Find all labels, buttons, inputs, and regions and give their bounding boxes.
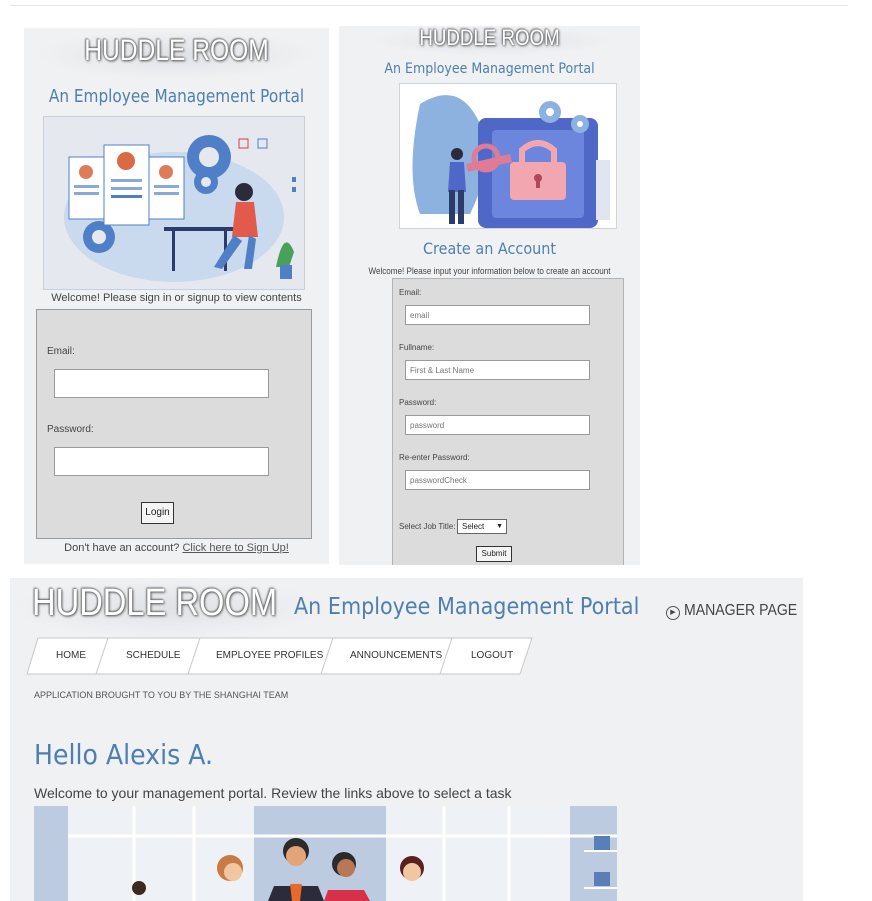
signup-prompt-text: Don't have an account? <box>64 542 180 554</box>
greeting-heading: Hello Alexis A. <box>34 738 214 771</box>
brand-title: HUDDLE ROOM <box>84 34 269 67</box>
signup-password-input[interactable] <box>405 415 590 435</box>
welcome-text: Welcome! Please sign in or signup to vie… <box>51 292 302 304</box>
subtitle: An Employee Management Portal <box>48 86 305 107</box>
manager-page-label: ▶ MANAGER PAGE <box>666 602 803 620</box>
welcome-text: Welcome to your management portal. Revie… <box>34 785 512 801</box>
play-circle-icon: ▶ <box>666 606 680 620</box>
nav-employee-profiles[interactable]: EMPLOYEE PROFILES <box>216 650 323 661</box>
email-label: Email: <box>47 346 75 357</box>
email-field[interactable] <box>54 369 269 398</box>
login-button[interactable]: Login <box>141 502 174 524</box>
login-illustration <box>43 116 305 290</box>
submit-button[interactable]: Submit <box>476 546 512 562</box>
chevron-down-icon: ▼ <box>496 523 503 530</box>
login-form: Email: Password: Login <box>36 309 312 539</box>
credit-text: APPLICATION BROUGHT TO YOU BY THE SHANGH… <box>34 690 289 700</box>
login-panel: HUDDLE ROOM An Employee Management Porta… <box>24 28 329 564</box>
main-nav: HOME SCHEDULE EMPLOYEE PROFILES ANNOUNCE… <box>26 637 534 675</box>
signup-illustration <box>399 83 617 229</box>
nav-schedule[interactable]: SCHEDULE <box>126 650 180 661</box>
top-divider <box>10 5 848 6</box>
password-field[interactable] <box>54 447 269 476</box>
signup-email-label: Email: <box>399 288 422 297</box>
manager-page-panel: HUDDLE ROOM An Employee Management Porta… <box>10 578 803 901</box>
team-illustration <box>34 806 617 901</box>
fullname-label: Fullname: <box>399 343 435 352</box>
reenter-password-label: Re-enter Password: <box>399 453 470 462</box>
create-account-heading: Create an Account <box>422 239 557 258</box>
signup-welcome: Welcome! Please input your information b… <box>368 266 611 276</box>
signup-form: Email: Fullname: Password: Re-enter Pass… <box>392 278 624 565</box>
fullname-input[interactable] <box>405 360 590 380</box>
job-title-label: Select Job Title: <box>399 522 456 531</box>
signup-email-input[interactable] <box>405 305 590 325</box>
nav-home[interactable]: HOME <box>56 650 86 661</box>
job-title-selected: Select <box>462 522 485 531</box>
subtitle: An Employee Management Portal <box>294 594 640 620</box>
subtitle: An Employee Management Portal <box>384 61 595 77</box>
reenter-password-input[interactable] <box>405 470 590 490</box>
password-label: Password: <box>47 424 94 435</box>
signup-link[interactable]: Click here to Sign Up! <box>182 542 288 554</box>
signup-prompt: Don't have an account? Click here to Sig… <box>24 542 329 554</box>
job-title-select[interactable]: Select ▼ <box>457 519 507 534</box>
nav-announcements[interactable]: ANNOUNCEMENTS <box>350 650 442 661</box>
manager-page-text: MANAGER PAGE <box>684 602 798 619</box>
nav-logout[interactable]: LOGOUT <box>471 650 513 661</box>
brand-title: HUDDLE ROOM <box>32 582 278 624</box>
signup-panel: HUDDLE ROOM An Employee Management Porta… <box>339 26 640 565</box>
signup-password-label: Password: <box>399 398 437 407</box>
brand-title: HUDDLE ROOM <box>419 26 560 50</box>
